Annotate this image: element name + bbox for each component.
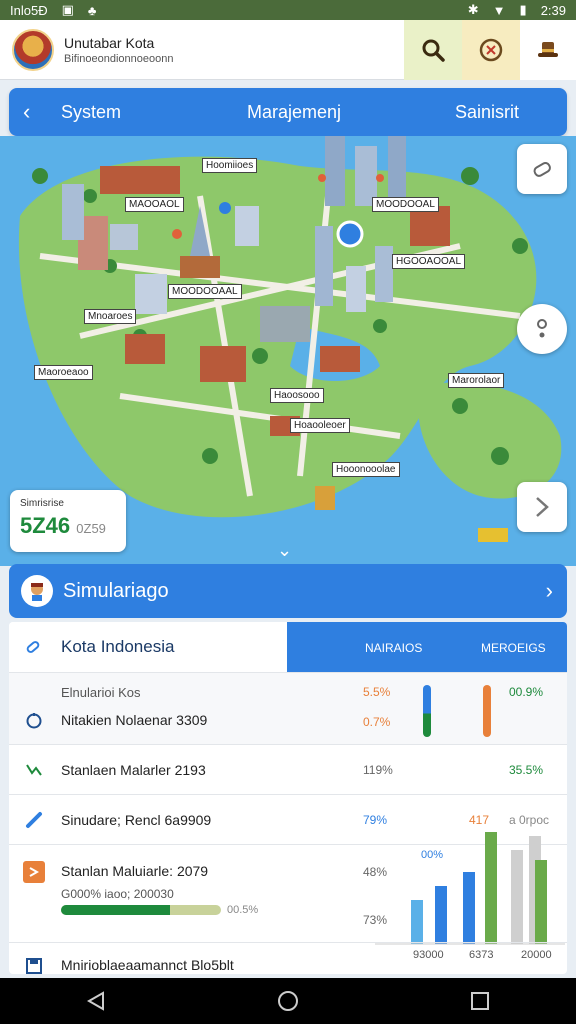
progress-fill bbox=[61, 905, 170, 915]
stat-value: 5Z46 0Z59 bbox=[20, 513, 106, 538]
row-value: 0.7% bbox=[363, 715, 391, 729]
row-bar bbox=[423, 685, 431, 737]
nav-item-system[interactable]: System bbox=[61, 102, 121, 123]
row-name: Mnirioblaeaamannct Blo5blt bbox=[61, 957, 234, 973]
panel-columns: NAIRAIOS MEROEIGS bbox=[287, 622, 567, 672]
map-label[interactable]: Marorolaor bbox=[448, 373, 505, 388]
profile-button[interactable] bbox=[520, 20, 576, 80]
map-next-button[interactable] bbox=[517, 482, 567, 532]
progress-value: 00.5% bbox=[227, 904, 259, 916]
chevron-right-icon bbox=[536, 497, 549, 517]
battery-icon: ▮ bbox=[519, 2, 527, 17]
column-header[interactable]: MEROEIGS bbox=[481, 641, 546, 655]
search-icon bbox=[422, 39, 445, 62]
app-header: Unutabar Kota Bifinoeondionnoeoonn bbox=[0, 20, 576, 80]
nav-item-management[interactable]: Marajemenj bbox=[247, 102, 341, 123]
trend-icon bbox=[23, 759, 45, 781]
row-name: Stanlaen Malarler 2193 bbox=[61, 762, 206, 778]
map-label[interactable]: Hoaooleoer bbox=[290, 418, 350, 433]
row-name: Stanlan Maluiarle: 2079 bbox=[61, 863, 209, 879]
tab-kota-indonesia[interactable]: Kota Indonesia bbox=[9, 622, 287, 672]
map-layers-button[interactable] bbox=[517, 144, 567, 194]
row-caption: Elnularioi Kos bbox=[61, 685, 141, 700]
back-nav-icon[interactable] bbox=[85, 990, 107, 1012]
map-label[interactable]: MOODOOAAL bbox=[168, 284, 242, 299]
stat-extra: 0Z59 bbox=[76, 521, 106, 536]
row-name: Sinudare; Rencl 6a9909 bbox=[61, 812, 212, 828]
row-bar bbox=[483, 685, 491, 737]
city-panel: Kota Indonesia NAIRAIOS MEROEIGS Elnular… bbox=[9, 622, 567, 974]
top-nav: ‹ System Marajemenj Sainisrit bbox=[9, 88, 567, 136]
info-icon bbox=[537, 319, 547, 338]
header-titles: Unutabar Kota Bifinoeondionnoeoonn bbox=[64, 35, 174, 65]
bluetooth-icon: ✱ bbox=[467, 2, 479, 17]
chevron-right-icon[interactable]: › bbox=[546, 578, 553, 604]
chart-bar bbox=[535, 860, 547, 944]
list-item[interactable]: Mnirioblaeaamannct Blo5blt bbox=[9, 942, 567, 974]
system-nav bbox=[0, 978, 576, 1024]
back-icon[interactable]: ‹ bbox=[23, 99, 30, 125]
map-label[interactable]: Mnoaroes bbox=[84, 309, 137, 324]
arrow-icon bbox=[23, 861, 45, 883]
avatar[interactable] bbox=[12, 28, 54, 71]
tag-icon bbox=[533, 162, 551, 177]
notification-icon: ♣ bbox=[87, 2, 97, 18]
progress-bar bbox=[61, 905, 221, 915]
wifi-icon: ▼ bbox=[492, 2, 506, 18]
chart-bar bbox=[435, 886, 447, 944]
map-info-button[interactable] bbox=[517, 304, 567, 354]
carrier-label: Inlo5Ð bbox=[10, 2, 48, 18]
panel-header: Kota Indonesia NAIRAIOS MEROEIGS bbox=[9, 622, 567, 672]
list-item[interactable]: Stanlaen Malarler 2193 119% 35.5% bbox=[9, 744, 567, 794]
list-item[interactable]: Elnularioi Kos Nitakien Nolaenar 3309 5.… bbox=[9, 672, 567, 744]
timer-icon bbox=[23, 709, 45, 731]
map-label[interactable]: Maoroeaoo bbox=[34, 365, 93, 380]
sim-icon: ▣ bbox=[61, 2, 74, 17]
map-label[interactable]: HGOOAOOAL bbox=[392, 254, 466, 269]
simulation-bar[interactable]: Simulariago › bbox=[9, 564, 567, 618]
map-label[interactable]: Hooonooolae bbox=[332, 462, 400, 477]
chart-bar bbox=[511, 850, 523, 944]
map-label[interactable]: MAOOAOL bbox=[125, 197, 184, 212]
status-bar: Inlo5Ð ▣ ♣ ✱ ▼ ▮ 2:39 bbox=[0, 0, 576, 20]
stat-card[interactable]: Simrisrise 5Z46 0Z59 bbox=[10, 490, 126, 552]
pencil-icon bbox=[23, 809, 45, 831]
hat-icon bbox=[538, 42, 558, 57]
link-icon bbox=[26, 641, 40, 653]
map-label[interactable]: Haoosooo bbox=[270, 388, 324, 403]
nav-item-statistics[interactable]: Sainisrit bbox=[455, 102, 519, 123]
app-title: Unutabar Kota bbox=[64, 34, 155, 51]
chart-bar bbox=[411, 900, 423, 944]
column-header[interactable]: NAIRAIOS bbox=[365, 641, 422, 655]
simulation-title: Simulariago bbox=[63, 579, 169, 602]
row-caption: G000% iaoo; 200030 bbox=[61, 887, 174, 901]
search-button[interactable] bbox=[404, 20, 462, 80]
stat-label: Simrisrise bbox=[20, 498, 64, 509]
app-subtitle: Bifinoeondionnoeoonn bbox=[64, 52, 174, 65]
map-label[interactable]: Hoomiioes bbox=[202, 158, 258, 173]
timer-button[interactable] bbox=[462, 20, 520, 80]
row-value: 5.5% bbox=[363, 685, 391, 699]
row-name: Nitakien Nolaenar 3309 bbox=[61, 712, 208, 728]
chart-top-label: 00% bbox=[421, 849, 443, 861]
tab-label: Kota Indonesia bbox=[61, 637, 175, 656]
recents-icon[interactable] bbox=[469, 990, 491, 1012]
clock: 2:39 bbox=[540, 2, 566, 18]
mascot-icon bbox=[21, 575, 53, 607]
map-label[interactable]: MOODOOAL bbox=[372, 197, 439, 212]
chevron-down-icon[interactable]: ⌄ bbox=[277, 540, 292, 561]
home-icon[interactable] bbox=[277, 990, 299, 1012]
timer-icon bbox=[479, 38, 503, 62]
chart-bar bbox=[463, 872, 475, 944]
chart-bar bbox=[485, 832, 497, 944]
mini-bar-chart: 00% 93000 6373 20000 bbox=[375, 832, 565, 958]
row-value: 35.5% bbox=[509, 763, 544, 777]
save-icon bbox=[23, 955, 45, 974]
row-value: 00.9% bbox=[509, 685, 544, 699]
row-value: 119% bbox=[363, 763, 393, 777]
